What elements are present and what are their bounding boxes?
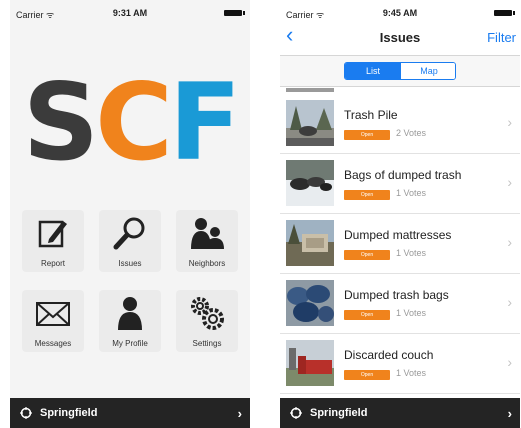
filter-button[interactable]: Filter xyxy=(487,30,516,45)
chevron-right-icon: › xyxy=(507,114,512,130)
status-bar: Carrier ᯤ 9:31 AM xyxy=(10,0,250,22)
issue-photo xyxy=(286,340,334,386)
issue-row-bags-of-dumped-trash[interactable]: Bags of dumped trash Open 1 Votes › xyxy=(280,154,520,214)
scf-logo: SCF xyxy=(10,68,250,178)
status-badge: Open xyxy=(344,370,390,380)
chevron-right-icon: › xyxy=(507,294,512,310)
view-toggle-bar: List Map xyxy=(280,55,520,87)
issue-photo xyxy=(286,100,334,146)
edit-icon xyxy=(35,215,71,251)
battery-icon xyxy=(494,10,512,16)
chevron-right-icon: › xyxy=(508,406,512,421)
issue-photo xyxy=(286,160,334,206)
home-screen: Carrier ᯤ 9:31 AM SCF Report Issues xyxy=(10,0,250,428)
city-label: Springfield xyxy=(310,407,367,419)
logo-letter-s: S xyxy=(23,61,95,184)
people-icon xyxy=(189,215,225,251)
issue-photo xyxy=(286,220,334,266)
report-button[interactable]: Report xyxy=(22,210,84,272)
issues-button[interactable]: Issues xyxy=(99,210,161,272)
report-label: Report xyxy=(22,259,84,268)
messages-button[interactable]: Messages xyxy=(22,290,84,352)
chevron-right-icon: › xyxy=(238,406,242,421)
chevron-right-icon: › xyxy=(507,354,512,370)
chevron-right-icon: › xyxy=(507,174,512,190)
location-target-icon xyxy=(290,407,302,419)
clock: 9:31 AM xyxy=(10,8,250,18)
user-icon xyxy=(112,295,148,331)
issues-label: Issues xyxy=(99,259,161,268)
issue-row-trash-pile[interactable]: Trash Pile Open 2 Votes › xyxy=(280,94,520,154)
issue-title: Discarded couch xyxy=(344,348,433,362)
vote-count: 1 Votes xyxy=(396,248,426,258)
logo-letter-f: F xyxy=(169,61,237,184)
location-target-icon xyxy=(20,407,32,419)
issue-title: Dumped mattresses xyxy=(344,228,451,242)
vote-count: 2 Votes xyxy=(396,128,426,138)
map-segment[interactable]: Map xyxy=(401,63,456,79)
issues-screen: Carrier ᯤ 9:45 AM ‹ Issues Filter List M… xyxy=(280,0,520,428)
battery-icon xyxy=(224,10,242,16)
navigation-bar: ‹ Issues Filter xyxy=(280,22,520,52)
search-icon xyxy=(112,215,148,251)
vote-count: 1 Votes xyxy=(396,188,426,198)
view-segmented-control: List Map xyxy=(344,62,456,80)
location-bar[interactable]: Springfield › xyxy=(280,398,520,428)
location-bar[interactable]: Springfield › xyxy=(10,398,250,428)
logo-letter-c: C xyxy=(95,61,169,184)
vote-count: 1 Votes xyxy=(396,308,426,318)
issue-row-discarded-couch[interactable]: Discarded couch Open 1 Votes › xyxy=(280,334,520,394)
clock: 9:45 AM xyxy=(280,8,520,18)
my-profile-button[interactable]: My Profile xyxy=(99,290,161,352)
chevron-right-icon: › xyxy=(507,234,512,250)
issue-row-dumped-trash-bags[interactable]: Dumped trash bags Open 1 Votes › xyxy=(280,274,520,334)
issue-title: Bags of dumped trash xyxy=(344,168,461,182)
issue-title: Dumped trash bags xyxy=(344,288,449,302)
city-label: Springfield xyxy=(40,407,97,419)
vote-count: 1 Votes xyxy=(396,368,426,378)
status-bar: Carrier ᯤ 9:45 AM xyxy=(280,0,520,22)
status-badge: Open xyxy=(344,190,390,200)
neighbors-button[interactable]: Neighbors xyxy=(176,210,238,272)
issue-row-dumped-mattresses[interactable]: Dumped mattresses Open 1 Votes › xyxy=(280,214,520,274)
settings-label: Settings xyxy=(176,339,238,348)
issue-photo xyxy=(286,280,334,326)
status-badge: Open xyxy=(344,310,390,320)
mail-icon xyxy=(35,295,71,331)
my-profile-label: My Profile xyxy=(99,339,161,348)
status-badge: Open xyxy=(344,250,390,260)
previous-row-thumbnail xyxy=(286,88,334,92)
issue-title: Trash Pile xyxy=(344,108,398,122)
neighbors-label: Neighbors xyxy=(176,259,238,268)
settings-button[interactable]: Settings xyxy=(176,290,238,352)
list-segment[interactable]: List xyxy=(345,63,401,79)
messages-label: Messages xyxy=(22,339,84,348)
gears-icon xyxy=(189,295,225,331)
status-badge: Open xyxy=(344,130,390,140)
page-title: Issues xyxy=(280,30,520,45)
